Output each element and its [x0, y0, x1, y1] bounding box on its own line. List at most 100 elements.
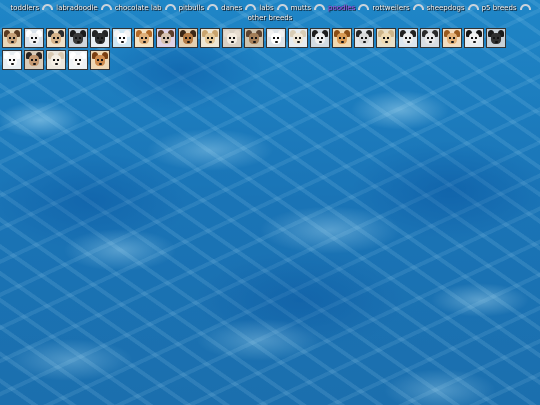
dog-eye: [233, 37, 235, 39]
dog-eye: [427, 37, 429, 39]
dog-icon[interactable]: [244, 28, 264, 48]
dog-nose: [473, 41, 476, 43]
dog-nose: [33, 41, 36, 43]
dog-icon[interactable]: [90, 50, 110, 70]
dog-icon[interactable]: [2, 28, 22, 48]
dog-eye: [13, 37, 15, 39]
dog-eye: [13, 59, 15, 61]
dog-eye: [97, 59, 99, 61]
nav-link-danes[interactable]: danes: [219, 3, 244, 13]
dog-icon[interactable]: [486, 28, 506, 48]
dog-icon[interactable]: [442, 28, 462, 48]
dog-icon[interactable]: [24, 50, 44, 70]
dog-nose: [495, 41, 498, 43]
dog-eye: [255, 37, 257, 39]
dog-icon[interactable]: [398, 28, 418, 48]
dog-eye: [493, 37, 495, 39]
dog-eye: [365, 37, 367, 39]
dog-nose: [77, 63, 80, 65]
dog-icon[interactable]: [46, 50, 66, 70]
dog-eye: [497, 37, 499, 39]
nav-link-toddlers[interactable]: toddlers: [8, 3, 41, 13]
dog-nose: [385, 41, 388, 43]
dog-nose: [77, 41, 80, 43]
nav-link-mutts[interactable]: mutts: [289, 3, 313, 13]
dog-eye: [53, 59, 55, 61]
dog-icon[interactable]: [156, 28, 176, 48]
dog-icon[interactable]: [376, 28, 396, 48]
nav-link-other-breeds[interactable]: other breeds: [246, 13, 295, 23]
dog-icon[interactable]: [464, 28, 484, 48]
dog-nose: [99, 41, 102, 43]
dog-eye: [295, 37, 297, 39]
dog-nose: [55, 41, 58, 43]
rainbow-separator-icon: [314, 4, 325, 10]
dog-icon[interactable]: [178, 28, 198, 48]
dog-nose: [187, 41, 190, 43]
nav-link-chocolate-lab[interactable]: chocolate lab: [113, 3, 164, 13]
dog-eye: [361, 37, 363, 39]
dog-eye: [75, 59, 77, 61]
dog-eye: [453, 37, 455, 39]
dog-nose: [55, 63, 58, 65]
dog-eye: [343, 37, 345, 39]
rainbow-separator-icon: [519, 4, 531, 10]
dog-icon[interactable]: [68, 50, 88, 70]
dog-nose: [297, 41, 300, 43]
dog-icon[interactable]: [134, 28, 154, 48]
dog-nose: [319, 41, 322, 43]
dog-eye: [31, 37, 33, 39]
dog-icon[interactable]: [332, 28, 352, 48]
rainbow-separator-icon: [42, 4, 54, 10]
dog-icon[interactable]: [24, 28, 44, 48]
dog-eye: [321, 37, 323, 39]
nav-link-p5-breeds[interactable]: p5 breeds: [480, 3, 519, 13]
nav-link-rottweilers[interactable]: rottweilers: [370, 3, 411, 13]
dog-eye: [75, 37, 77, 39]
dog-eye: [101, 59, 103, 61]
dog-icon[interactable]: [2, 50, 22, 70]
dog-icon[interactable]: [68, 28, 88, 48]
dog-eye: [405, 37, 407, 39]
dog-eye: [53, 37, 55, 39]
dog-eye: [277, 37, 279, 39]
dog-eye: [119, 37, 121, 39]
dog-eye: [9, 37, 11, 39]
dog-eye: [141, 37, 143, 39]
dog-eye: [123, 37, 125, 39]
nav-link-sheepdogs[interactable]: sheepdogs: [425, 3, 467, 13]
dog-eye: [167, 37, 169, 39]
rainbow-separator-icon: [467, 4, 479, 10]
dog-eye: [145, 37, 147, 39]
dog-icon[interactable]: [222, 28, 242, 48]
dog-icon[interactable]: [288, 28, 308, 48]
dog-nose: [253, 41, 256, 43]
dog-eye: [471, 37, 473, 39]
nav-link-labradoodle[interactable]: labradoodle: [54, 3, 100, 13]
dog-eye: [57, 37, 59, 39]
rainbow-separator-icon: [100, 4, 112, 10]
dog-icon[interactable]: [200, 28, 220, 48]
rainbow-separator-icon: [164, 4, 176, 10]
nav-link-poodles[interactable]: poodles: [326, 3, 357, 13]
dog-icon[interactable]: [354, 28, 374, 48]
dog-eye: [35, 37, 37, 39]
dog-nose: [451, 41, 454, 43]
rainbow-separator-icon: [358, 4, 370, 10]
dog-nose: [143, 41, 146, 43]
dog-nose: [209, 41, 212, 43]
dog-icon[interactable]: [310, 28, 330, 48]
dog-icon[interactable]: [420, 28, 440, 48]
dog-eye: [339, 37, 341, 39]
dog-icon[interactable]: [266, 28, 286, 48]
dog-nose: [231, 41, 234, 43]
nav-link-pitbulls[interactable]: pitbulls: [177, 3, 207, 13]
dog-icon[interactable]: [112, 28, 132, 48]
dog-eye: [57, 59, 59, 61]
dog-icon[interactable]: [46, 28, 66, 48]
nav-link-labs[interactable]: labs: [257, 3, 275, 13]
dog-icon[interactable]: [90, 28, 110, 48]
rainbow-separator-icon: [207, 4, 219, 10]
dog-eye: [79, 37, 81, 39]
dog-nose: [429, 41, 432, 43]
